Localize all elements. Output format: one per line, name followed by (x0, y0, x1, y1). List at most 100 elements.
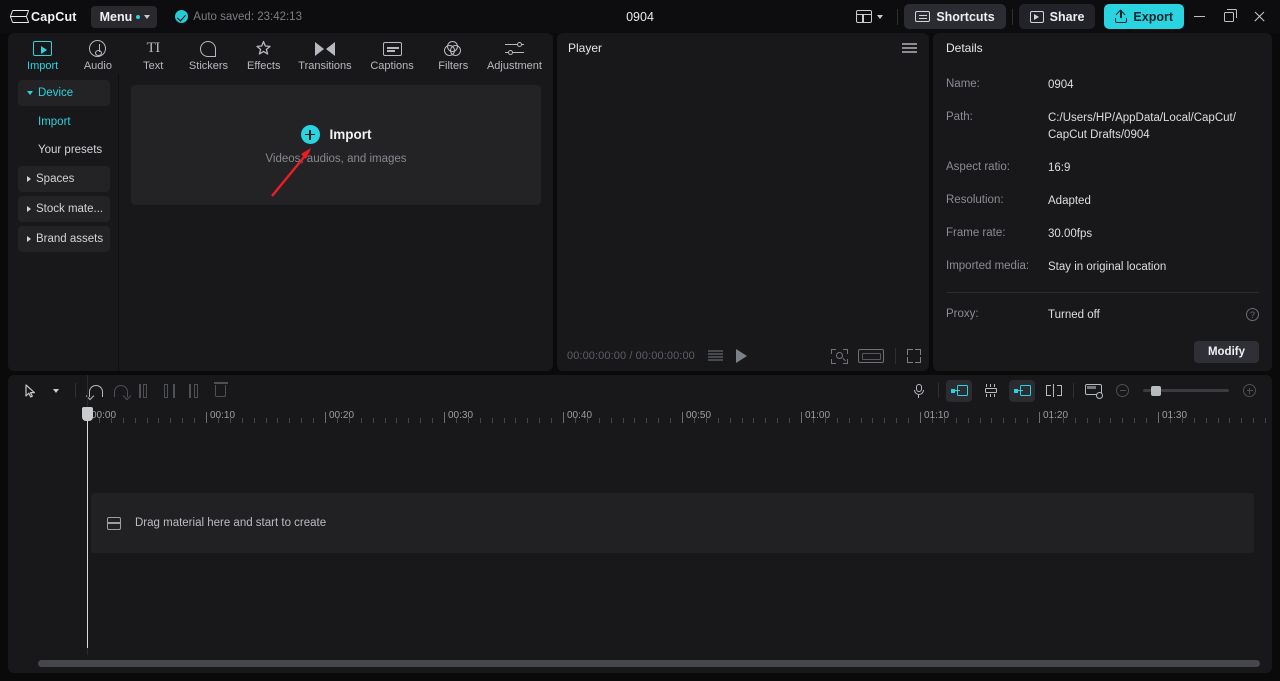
playhead-handle[interactable] (82, 407, 93, 421)
modify-button[interactable]: Modify (1193, 341, 1259, 363)
ruler-minor-tick (610, 418, 612, 423)
sidebar-item-brand-assets[interactable]: Brand assets (18, 226, 110, 252)
tab-captions[interactable]: Captions (360, 35, 425, 72)
adjustment-icon (504, 39, 524, 58)
ruler-minor-tick (991, 418, 993, 423)
fullscreen-icon[interactable] (907, 349, 921, 363)
menu-button[interactable]: Menu (90, 5, 158, 28)
link-clips-button[interactable] (1009, 379, 1035, 402)
tab-filters[interactable]: Filters (427, 35, 480, 72)
play-button[interactable] (735, 349, 747, 363)
ruler-major-tick (325, 412, 326, 423)
sidebar-item-stock-materials[interactable]: Stock mate... (18, 196, 110, 222)
details-header: Details (933, 33, 1272, 63)
shortcuts-label: Shortcuts (936, 9, 995, 24)
sidebar-item-import[interactable]: Import (18, 110, 110, 134)
ruler-minor-tick (527, 418, 529, 423)
sidebar-item-spaces[interactable]: Spaces (18, 166, 110, 192)
timeline-ruler[interactable]: 00:00 00:10 00:20 00:30 00:40 00:50 01:00 01:10… (8, 406, 1272, 428)
export-button[interactable]: Export (1104, 4, 1184, 29)
zoom-in-button[interactable] (1237, 380, 1262, 402)
share-icon (1029, 10, 1044, 23)
cursor-icon (25, 383, 35, 398)
ruler-major-tick (444, 412, 445, 423)
tab-import[interactable]: Import (16, 35, 69, 72)
sidebar-item-your-presets[interactable]: Your presets (18, 138, 110, 162)
sidebar-item-label: Import (38, 116, 71, 128)
sidebar-item-device[interactable]: Device (18, 80, 110, 106)
thumbnail-preview-button[interactable] (1081, 380, 1106, 402)
select-tool-dropdown[interactable] (43, 380, 68, 402)
trim-start-button[interactable] (158, 380, 183, 402)
details-row-frame-rate: Frame rate: 30.00fps (946, 226, 1259, 243)
share-button[interactable]: Share (1018, 4, 1096, 29)
maximize-button[interactable] (1214, 0, 1244, 33)
player-stage[interactable] (557, 63, 929, 341)
ruler-minor-tick (539, 418, 541, 423)
aspect-ratio-icon[interactable] (858, 349, 884, 363)
chevron-down-icon (27, 91, 33, 95)
redo-button[interactable] (108, 380, 133, 402)
tab-stickers[interactable]: Stickers (182, 35, 235, 72)
preview-icon (1085, 383, 1103, 399)
split-clip-button[interactable] (1041, 380, 1066, 402)
capcut-logo-icon (11, 10, 26, 23)
playhead[interactable] (82, 407, 93, 648)
tab-label: Adjustment (486, 60, 542, 72)
keyboard-icon (915, 11, 931, 22)
tab-transitions[interactable]: Transitions (292, 35, 357, 72)
trim-end-button[interactable] (183, 380, 208, 402)
tab-audio[interactable]: Audio (71, 35, 124, 72)
delete-button[interactable] (208, 380, 233, 402)
ruler-minor-tick (360, 418, 362, 423)
ruler-minor-tick (884, 418, 886, 423)
zoom-slider-handle[interactable] (1151, 385, 1161, 396)
help-icon[interactable]: ? (1246, 308, 1259, 321)
undo-icon (88, 384, 103, 397)
ruler-minor-tick (1146, 418, 1148, 423)
details-title: Details (946, 41, 983, 55)
zoom-out-button[interactable] (1110, 380, 1135, 402)
divider (75, 383, 76, 398)
ruler-minor-tick (931, 418, 933, 423)
ruler-minor-tick (420, 418, 422, 423)
player-menu-icon[interactable] (902, 43, 917, 53)
ruler-label: 00:00 (91, 410, 117, 421)
check-circle-icon (175, 10, 189, 23)
ruler-minor-tick (1050, 418, 1052, 423)
timeline-tracks[interactable]: Drag material here and start to create (8, 428, 1272, 651)
chevron-down-icon (144, 14, 151, 19)
timeline-dropzone[interactable]: Drag material here and start to create (91, 493, 1254, 553)
minimize-button[interactable] (1184, 0, 1214, 33)
details-panel: Details Name: 0904 Path: C:/Users/HP/App… (933, 33, 1272, 371)
tab-text[interactable]: TI Text (127, 35, 180, 72)
magnet-button[interactable] (978, 380, 1003, 402)
tab-effects[interactable]: Effects (237, 35, 290, 72)
ruler-minor-tick (1241, 418, 1243, 423)
ruler-major-tick (682, 412, 683, 423)
zoom-in-icon (1243, 384, 1256, 397)
zoom-slider[interactable] (1143, 385, 1229, 396)
import-dropzone[interactable]: Import Videos, audios, and images (131, 85, 541, 205)
ruler-label: 00:40 (567, 410, 593, 421)
split-button[interactable] (133, 380, 158, 402)
ruler-major-tick (801, 412, 802, 423)
layout-button[interactable] (848, 5, 891, 29)
ruler-minor-tick (336, 418, 338, 423)
shortcuts-button[interactable]: Shortcuts (904, 4, 1006, 29)
record-voiceover-button[interactable] (906, 380, 931, 402)
ruler-minor-tick (658, 418, 660, 423)
frames-icon[interactable] (707, 350, 723, 362)
ruler-minor-tick (1074, 418, 1076, 423)
magnet-icon (983, 384, 999, 397)
close-button[interactable] (1244, 0, 1274, 33)
tab-adjustment[interactable]: Adjustment (482, 35, 547, 72)
details-row-proxy: Proxy: Turned off ? (946, 307, 1259, 324)
split-icon (139, 383, 152, 398)
snap-to-start-button[interactable] (946, 379, 972, 402)
zoom-out-icon (1116, 384, 1129, 397)
horizontal-scrollbar[interactable] (38, 660, 1260, 667)
zoom-preview-icon[interactable] (831, 348, 848, 364)
media-sidebar: Device Import Your presets Spaces Stock … (8, 74, 119, 371)
select-tool-button[interactable] (18, 380, 43, 402)
